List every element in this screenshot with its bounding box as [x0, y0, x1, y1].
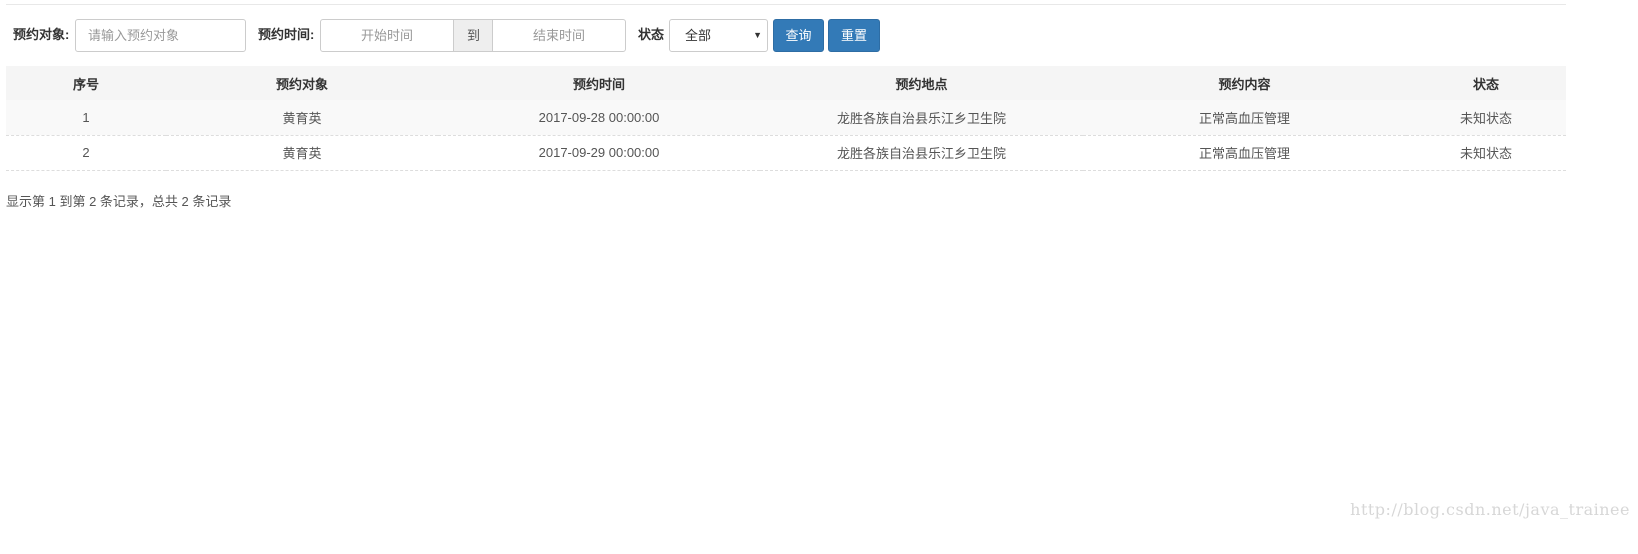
- end-time-input[interactable]: [492, 19, 626, 52]
- reset-button[interactable]: 重置: [828, 19, 880, 52]
- table-row[interactable]: 1 黄育英 2017-09-28 00:00:00 龙胜各族自治县乐江乡卫生院 …: [6, 100, 1566, 136]
- filter-bar: 预约对象: 预约时间: 到 状态 全部 ▼ 查询 重置: [0, 19, 1600, 52]
- time-label: 预约时间:: [258, 27, 315, 42]
- top-divider: [6, 4, 1566, 5]
- query-button[interactable]: 查询: [773, 19, 824, 52]
- cell-location: 龙胜各族自治县乐江乡卫生院: [760, 100, 1083, 136]
- watermark: http://blog.csdn.net/java_trainee: [1350, 500, 1630, 519]
- cell-index: 2: [6, 135, 166, 171]
- appointment-table: 序号 预约对象 预约时间 预约地点 预约内容 状态 1 黄育英 2017-09-…: [6, 66, 1566, 171]
- cell-status: 未知状态: [1406, 135, 1566, 171]
- cell-time: 2017-09-28 00:00:00: [438, 100, 760, 136]
- cell-time: 2017-09-29 00:00:00: [438, 135, 760, 171]
- status-select[interactable]: 全部 ▼: [669, 19, 768, 52]
- cell-content: 正常高血压管理: [1083, 135, 1406, 171]
- cell-target: 黄育英: [166, 135, 438, 171]
- column-header-status[interactable]: 状态: [1406, 66, 1566, 100]
- column-header-target[interactable]: 预约对象: [166, 66, 438, 100]
- column-header-index[interactable]: 序号: [6, 66, 166, 100]
- cell-index: 1: [6, 100, 166, 136]
- start-time-input[interactable]: [320, 19, 454, 52]
- date-range-separator: 到: [454, 19, 493, 52]
- status-select-value: 全部: [685, 28, 712, 43]
- table-header-row: 序号 预约对象 预约时间 预约地点 预约内容 状态: [6, 66, 1566, 100]
- cell-content: 正常高血压管理: [1083, 100, 1406, 136]
- target-label: 预约对象:: [13, 27, 70, 42]
- column-header-location[interactable]: 预约地点: [760, 66, 1083, 100]
- cell-target: 黄育英: [166, 100, 438, 136]
- target-input[interactable]: [75, 19, 246, 52]
- status-label: 状态: [638, 27, 665, 42]
- column-header-time[interactable]: 预约时间: [438, 66, 760, 100]
- cell-location: 龙胜各族自治县乐江乡卫生院: [760, 135, 1083, 171]
- table-row[interactable]: 2 黄育英 2017-09-29 00:00:00 龙胜各族自治县乐江乡卫生院 …: [6, 135, 1566, 171]
- caret-down-icon: ▼: [753, 30, 762, 40]
- pagination-info: 显示第 1 到第 2 条记录，总共 2 条记录: [6, 194, 232, 209]
- column-header-content[interactable]: 预约内容: [1083, 66, 1406, 100]
- cell-status: 未知状态: [1406, 100, 1566, 136]
